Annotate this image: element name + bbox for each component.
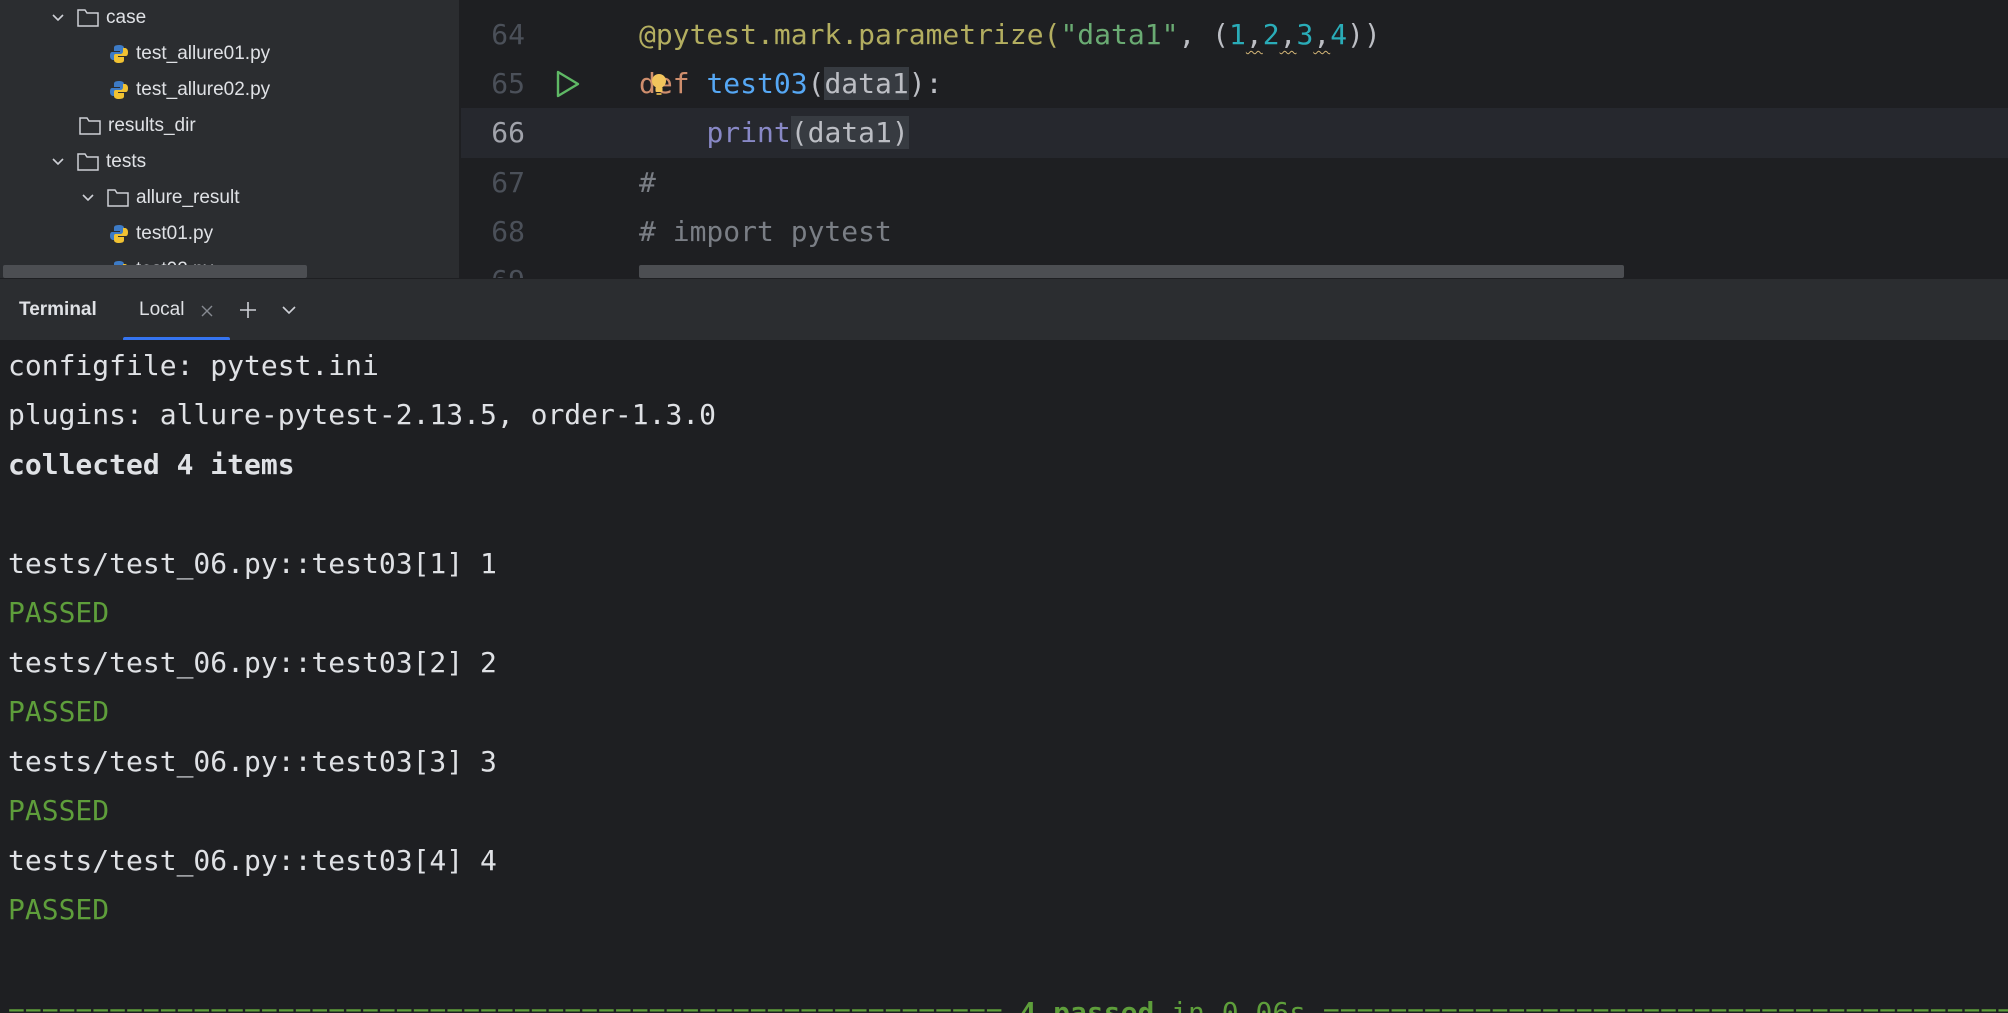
chevron-down-icon[interactable] bbox=[78, 188, 98, 208]
code-builtin: print bbox=[706, 116, 791, 149]
terminal-line: plugins: allure-pytest-2.13.5, order-1.3… bbox=[8, 398, 717, 431]
code-line-68[interactable]: # import pytest bbox=[639, 207, 892, 257]
code-number: 4 bbox=[1330, 18, 1348, 51]
tree-item-label: test01.py bbox=[136, 223, 214, 244]
folder-icon bbox=[78, 115, 102, 137]
code-line-65[interactable]: def test03(data1): bbox=[639, 59, 942, 109]
code-number: 1 bbox=[1229, 18, 1246, 51]
line-number-partial: 69 bbox=[461, 256, 525, 278]
terminal-line: configfile: pytest.ini bbox=[8, 349, 379, 382]
editor-horizontal-scrollbar[interactable] bbox=[639, 265, 1624, 278]
python-file-icon bbox=[108, 43, 130, 65]
summary-passed-count: 4 passed bbox=[1019, 996, 1155, 1013]
tree-item-label: test_allure02.py bbox=[136, 79, 271, 100]
python-file-icon bbox=[108, 79, 130, 101]
code-line-67[interactable]: # bbox=[639, 158, 656, 208]
tree-item-allure-result[interactable]: allure_result bbox=[78, 180, 240, 216]
tree-item-test-allure02[interactable]: test_allure02.py bbox=[108, 72, 270, 108]
code-punct: ( bbox=[807, 67, 825, 100]
tree-item-label: case bbox=[106, 7, 147, 28]
tree-item-test-allure01[interactable]: test_allure01.py bbox=[108, 36, 270, 72]
plus-icon[interactable] bbox=[238, 300, 258, 320]
folder-icon bbox=[106, 187, 130, 209]
terminal-line-passed: PASSED bbox=[8, 794, 110, 827]
tab-label: Local bbox=[139, 299, 185, 320]
terminal-line: tests/test_06.py::test03[1] 1 bbox=[8, 547, 497, 580]
terminal-line: tests/test_06.py::test03[4] 4 bbox=[8, 844, 497, 877]
code-number: 2 bbox=[1262, 18, 1280, 51]
code-punct: , bbox=[1313, 18, 1331, 51]
tree-item-label: results_dir bbox=[108, 115, 196, 136]
folder-icon bbox=[76, 7, 100, 29]
test-summary-line: ========================================… bbox=[8, 988, 2008, 1013]
terminal-line-passed: PASSED bbox=[8, 596, 110, 629]
summary-rule: ========================================… bbox=[8, 996, 1020, 1013]
code-punct: , bbox=[1245, 18, 1263, 51]
line-number: 68 bbox=[491, 215, 525, 248]
close-icon[interactable] bbox=[200, 303, 214, 317]
tree-item-tests[interactable]: tests bbox=[48, 144, 146, 180]
tree-item-label: allure_result bbox=[136, 187, 240, 208]
code-comment: # bbox=[639, 166, 656, 199]
code-comment: # import pytest bbox=[639, 215, 892, 248]
terminal-toolbar: Terminal Local bbox=[0, 278, 2008, 341]
code-decorator: @pytest.mark.parametrize( bbox=[639, 18, 1061, 51]
tree-item-results-dir[interactable]: results_dir bbox=[78, 108, 196, 144]
chevron-down-icon[interactable] bbox=[48, 8, 68, 28]
code-line-64[interactable]: @pytest.mark.parametrize("data1", (1,2,3… bbox=[639, 10, 1381, 60]
code-punct: , bbox=[1279, 18, 1297, 51]
code-number: 3 bbox=[1296, 18, 1314, 51]
tree-item-test01[interactable]: test01.py bbox=[108, 216, 213, 252]
code-string: "data1" bbox=[1060, 18, 1179, 51]
terminal-line: tests/test_06.py::test03[3] 3 bbox=[8, 745, 497, 778]
project-tree: case test_allure01.py test_allure02.py r… bbox=[0, 0, 459, 278]
tree-item-label: test_allure01.py bbox=[136, 43, 271, 64]
code-param: data1 bbox=[824, 67, 909, 100]
terminal-title: Terminal bbox=[19, 299, 97, 320]
tree-item-label: tests bbox=[106, 151, 147, 172]
tree-item-case[interactable]: case bbox=[48, 0, 146, 36]
code-punct: )) bbox=[1347, 18, 1381, 51]
code-punct: ( bbox=[790, 116, 808, 149]
folder-icon bbox=[76, 151, 100, 173]
lightbulb-icon[interactable] bbox=[648, 72, 670, 96]
line-number-active: 66 bbox=[491, 116, 525, 149]
code-argument: data1 bbox=[807, 116, 892, 149]
terminal-line: tests/test_06.py::test03[2] 2 bbox=[8, 646, 497, 679]
code-punct: ): bbox=[908, 67, 943, 100]
code-punct: ) bbox=[891, 116, 909, 149]
terminal-line: collected 4 items bbox=[8, 448, 295, 481]
tree-horizontal-scrollbar[interactable] bbox=[3, 265, 307, 278]
code-punct: , ( bbox=[1178, 18, 1230, 51]
line-number: 65 bbox=[491, 67, 525, 100]
run-test-icon[interactable] bbox=[551, 68, 583, 100]
chevron-down-icon[interactable] bbox=[280, 301, 298, 319]
terminal-line-passed: PASSED bbox=[8, 893, 110, 926]
chevron-down-icon[interactable] bbox=[48, 152, 68, 172]
summary-duration: in 0.06s bbox=[1154, 996, 1323, 1013]
line-number: 64 bbox=[491, 18, 525, 51]
terminal-line-passed: PASSED bbox=[8, 695, 110, 728]
code-function-name: test03 bbox=[706, 67, 808, 100]
python-file-icon bbox=[108, 223, 130, 245]
code-line-66[interactable]: print(data1) bbox=[639, 108, 909, 158]
tab-local[interactable]: Local bbox=[123, 279, 230, 341]
line-number: 67 bbox=[491, 166, 525, 199]
code-editor[interactable]: 64 65 66 67 68 69 @pytest.mark.parametri… bbox=[461, 0, 2008, 278]
summary-rule: ========================================… bbox=[1322, 996, 2008, 1013]
terminal-output[interactable]: configfile: pytest.ini plugins: allure-p… bbox=[0, 340, 2008, 1013]
